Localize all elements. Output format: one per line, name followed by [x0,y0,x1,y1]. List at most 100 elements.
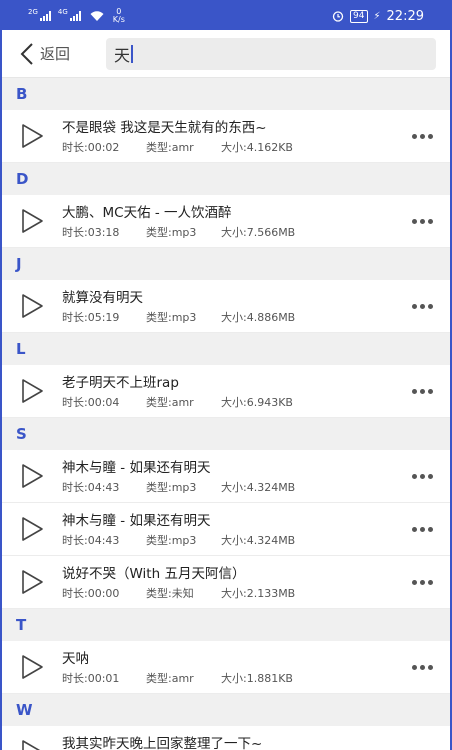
list-item[interactable]: 天呐 时长:00:01 类型:amr 大小:1.881KB [2,641,450,694]
charging-icon: ⚡ [373,10,381,22]
status-bar: 2G 4G 0 K/s 94 ⚡ 22:29 [2,2,450,30]
item-title: 我其实昨天晚上回家整理了一下~ [62,735,263,750]
item-info: 大鹏、MC天佑 - 一人饮酒醉 时长:03:18 类型:mp3 大小:7.566MB [62,203,394,240]
more-options-icon[interactable] [394,579,450,585]
list-item[interactable]: 说好不哭（With 五月天阿信） 时长:00:00 类型:未知 大小:2.133MB [2,556,450,609]
play-button[interactable] [2,463,62,489]
list-item[interactable]: 神木与瞳 - 如果还有明天 时长:04:43 类型:mp3 大小:4.324MB [2,450,450,503]
wifi-icon [90,11,104,21]
play-button[interactable] [2,516,62,542]
more-options-icon[interactable] [394,303,450,309]
clock: 22:29 [386,8,424,24]
item-type: 类型:amr [146,395,194,409]
play-icon [22,517,43,541]
section-header: W [2,694,450,726]
signal-icon [69,11,81,21]
more-options-icon[interactable] [394,526,450,532]
list-item[interactable]: 不是眼袋 我这是天生就有的东西~ 时长:00:02 类型:amr 大小:4.162KB [2,110,450,163]
item-meta: 时长:05:19 类型:mp3 大小:4.886MB [62,311,394,325]
play-icon [22,740,41,750]
item-title: 大鹏、MC天佑 - 一人饮酒醉 [62,204,232,221]
more-options-icon[interactable] [394,664,450,670]
item-duration: 时长:00:00 [62,586,120,600]
item-duration: 时长:00:01 [62,671,120,685]
play-button[interactable] [2,569,62,595]
item-size: 大小:2.133MB [221,586,296,600]
play-button[interactable] [2,123,62,149]
play-button[interactable] [2,654,62,680]
item-type: 类型:amr [146,140,194,154]
section-header: B [2,78,450,110]
more-options-icon[interactable] [394,218,450,224]
list-item[interactable]: 神木与瞳 - 如果还有明天 时长:04:43 类型:mp3 大小:4.324MB [2,503,450,556]
list-item[interactable]: 我其实昨天晚上回家整理了一下~ [2,726,450,750]
item-info: 说好不哭（With 五月天阿信） 时长:00:00 类型:未知 大小:2.133MB [62,564,394,601]
item-duration: 时长:00:02 [62,140,120,154]
item-title: 说好不哭（With 五月天阿信） [62,565,246,582]
audio-list: B 不是眼袋 我这是天生就有的东西~ 时长:00:02 类型:amr 大小:4.162K… [2,78,450,750]
search-input[interactable]: 天 [106,37,436,70]
item-type: 类型:mp3 [146,310,197,324]
section-header: L [2,333,450,365]
more-options-icon[interactable] [394,388,450,394]
search-value: 天 [114,45,131,65]
play-icon [22,655,43,679]
list-item[interactable]: 就算没有明天 时长:05:19 类型:mp3 大小:4.886MB [2,280,450,333]
item-title: 老子明天不上班rap [62,374,179,391]
item-info: 不是眼袋 我这是天生就有的东西~ 时长:00:02 类型:amr 大小:4.162KB [62,118,394,155]
item-size: 大小:4.886MB [221,310,296,324]
section-header: J [2,248,450,280]
speed-unit: K/s [112,15,125,24]
back-button[interactable]: 返回 [20,42,106,65]
item-meta: 时长:00:02 类型:amr 大小:4.162KB [62,141,394,155]
play-button[interactable] [2,208,62,234]
item-meta: 时长:03:18 类型:mp3 大小:7.566MB [62,226,394,240]
play-button[interactable] [2,293,62,319]
item-type: 类型:mp3 [146,225,197,239]
status-right: 94 ⚡ 22:29 [332,9,424,24]
network-type-2: 4G [57,7,68,16]
app-frame: 2G 4G 0 K/s 94 ⚡ 22:29 返回 天 B 不是眼袋 我这是天生… [0,0,452,750]
item-size: 大小:4.324MB [221,480,296,494]
section-header: S [2,418,450,450]
item-info: 神木与瞳 - 如果还有明天 时长:04:43 类型:mp3 大小:4.324MB [62,511,394,548]
item-meta: 时长:04:43 类型:mp3 大小:4.324MB [62,481,394,495]
item-title: 神木与瞳 - 如果还有明天 [62,512,211,529]
item-meta: 时长:00:01 类型:amr 大小:1.881KB [62,672,394,686]
item-meta: 时长:04:43 类型:mp3 大小:4.324MB [62,534,394,548]
play-icon [22,464,43,488]
more-options-icon[interactable] [394,133,450,139]
item-info: 我其实昨天晚上回家整理了一下~ [62,734,394,750]
item-title: 就算没有明天 [62,289,143,306]
text-cursor [131,44,134,63]
item-info: 神木与瞳 - 如果还有明天 时长:04:43 类型:mp3 大小:4.324MB [62,458,394,495]
header: 返回 天 [2,30,450,78]
more-options-icon[interactable] [394,473,450,479]
item-type: 类型:mp3 [146,533,197,547]
back-label: 返回 [40,45,71,63]
item-size: 大小:4.324MB [221,533,296,547]
item-meta: 时长:00:04 类型:amr 大小:6.943KB [62,396,394,410]
item-duration: 时长:04:43 [62,533,120,547]
section-header: D [2,163,450,195]
item-size: 大小:7.566MB [221,225,296,239]
item-meta: 时长:00:00 类型:未知 大小:2.133MB [62,587,394,601]
play-icon [22,294,43,318]
network-type-1: 2G [28,7,38,16]
item-title: 神木与瞳 - 如果还有明天 [62,459,211,476]
list-item[interactable]: 大鹏、MC天佑 - 一人饮酒醉 时长:03:18 类型:mp3 大小:7.566MB [2,195,450,248]
item-type: 类型:mp3 [146,480,197,494]
play-icon [22,209,43,233]
item-title: 不是眼袋 我这是天生就有的东西~ [62,119,267,136]
list-item[interactable]: 老子明天不上班rap 时长:00:04 类型:amr 大小:6.943KB [2,365,450,418]
battery-icon: 94 [350,9,368,23]
network-speed: 0 K/s [113,8,125,24]
item-duration: 时长:04:43 [62,480,120,494]
signal-icon [39,11,51,21]
play-button[interactable] [2,739,62,750]
chevron-left-icon [20,42,33,65]
item-size: 大小:4.162KB [221,140,293,154]
play-button[interactable] [2,378,62,404]
item-size: 大小:6.943KB [221,395,293,409]
play-icon [22,124,43,148]
